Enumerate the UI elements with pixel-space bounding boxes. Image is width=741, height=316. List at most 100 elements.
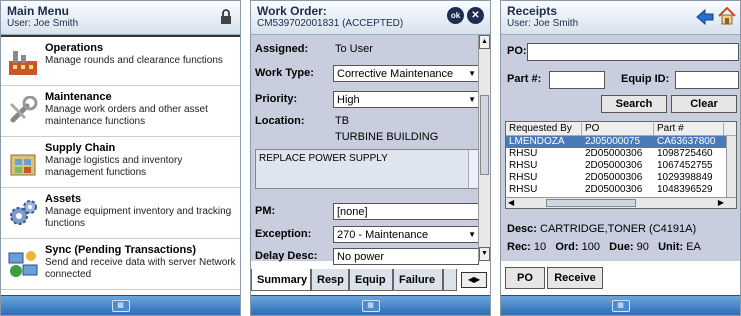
receipts-form: PO: Part #: Equip ID: Search Clear Reque…	[501, 35, 740, 261]
description-line: Desc: CARTRIDGE,TONER (C4191A)	[507, 223, 696, 235]
pm-field[interactable]: [none]	[333, 203, 479, 220]
table-row[interactable]: RHSU 2D05000306 1029398849	[506, 172, 736, 184]
column-part[interactable]: Part #	[654, 123, 724, 136]
column-po[interactable]: PO	[582, 123, 654, 136]
tab-scroll-arrows[interactable]: ◀▶	[461, 272, 487, 288]
scroll-up-icon[interactable]: ▲	[479, 35, 490, 49]
cell-part: 1048396529	[657, 184, 713, 195]
receipts-table[interactable]: Requested By PO Part # LMENDOZA 2J050000…	[505, 121, 737, 209]
scroll-right-icon[interactable]: ▶	[718, 198, 724, 207]
priority-select[interactable]: High ▼	[333, 91, 479, 108]
gears-icon	[7, 198, 39, 228]
chevron-down-icon: ▼	[468, 69, 476, 78]
assigned-value: To User	[335, 43, 373, 55]
action-bar: PO Receive	[501, 261, 740, 297]
menu-item-supply-chain[interactable]: Supply Chain Manage logistics and invent…	[1, 137, 240, 188]
back-arrow-icon[interactable]	[696, 8, 714, 26]
due-value: 90	[636, 241, 649, 253]
work-order-screen: Work Order: CM539702001831 (ACCEPTED) ok…	[250, 0, 491, 316]
scroll-down-icon[interactable]: ▼	[479, 247, 490, 261]
keyboard-icon[interactable]: ▦	[111, 300, 130, 312]
taskbar: ▦	[501, 295, 740, 315]
main-menu-screen: Main Menu User: Joe Smith Operations Man…	[0, 0, 241, 316]
scroll-left-icon[interactable]: ◀	[508, 198, 514, 207]
table-row[interactable]: RHSU 2D05000306 1067452755	[506, 160, 736, 172]
tab-summary[interactable]: Summary	[251, 269, 311, 291]
tab-resp[interactable]: Resp	[311, 269, 349, 291]
cell-part: 1067452755	[657, 160, 713, 171]
menu-item-operations[interactable]: Operations Manage rounds and clearance f…	[1, 35, 240, 86]
menu-item-title: Supply Chain	[45, 142, 116, 154]
description-scrollbar[interactable]	[468, 150, 478, 188]
scroll-thumb[interactable]	[480, 95, 489, 175]
assigned-label: Assigned:	[255, 43, 309, 55]
main-menu-header: Main Menu User: Joe Smith	[1, 1, 240, 35]
form-scrollbar[interactable]: ▲ ▼	[478, 35, 490, 261]
tab-failure[interactable]: Failure	[393, 269, 443, 291]
location-label: Location:	[255, 115, 305, 127]
keyboard-icon[interactable]: ▦	[611, 300, 630, 312]
receipts-header: Receipts User: Joe Smith	[501, 1, 740, 35]
menu-item-maintenance[interactable]: Maintenance Manage work orders and other…	[1, 86, 240, 137]
cell-part: 1029398849	[657, 172, 713, 183]
home-icon[interactable]	[718, 6, 736, 25]
menu-item-desc: Manage work orders and other asset maint…	[45, 104, 208, 127]
po-input[interactable]	[527, 43, 739, 61]
rec-value: 10	[533, 241, 547, 253]
tab-bar: Summary Resp Equip Failure ◀▶	[251, 269, 490, 293]
exception-value: 270 - Maintenance	[337, 229, 429, 241]
cell-requested-by: RHSU	[509, 172, 538, 183]
exception-select[interactable]: 270 - Maintenance ▼	[333, 226, 479, 243]
cell-po: 2J05000075	[585, 136, 641, 147]
menu-item-assets[interactable]: Assets Manage equipment inventory and tr…	[1, 188, 240, 239]
description-text: REPLACE POWER SUPPLY	[259, 153, 388, 164]
exception-label: Exception:	[255, 228, 312, 240]
receive-button[interactable]: Receive	[547, 267, 603, 289]
keyboard-icon[interactable]: ▦	[361, 300, 380, 312]
cell-requested-by: LMENDOZA	[509, 136, 565, 147]
ok-button[interactable]: ok	[447, 7, 464, 24]
table-row[interactable]: RHSU 2D05000306 1098725460	[506, 148, 736, 160]
user-label: User: Joe Smith	[7, 18, 79, 29]
part-input[interactable]	[549, 71, 605, 89]
clear-button[interactable]: Clear	[671, 95, 737, 113]
chevron-down-icon: ▼	[468, 230, 476, 239]
cell-po: 2D05000306	[585, 148, 643, 159]
table-row[interactable]: LMENDOZA 2J05000075 CA63637800	[506, 136, 736, 148]
priority-label: Priority:	[255, 93, 298, 105]
equip-id-label: Equip ID:	[621, 73, 670, 85]
sync-network-icon	[7, 249, 39, 279]
tab-equip[interactable]: Equip	[349, 269, 393, 291]
lock-icon[interactable]	[220, 9, 232, 25]
priority-value: High	[337, 94, 360, 106]
cell-requested-by: RHSU	[509, 160, 538, 171]
menu-item-desc: Send and receive data with server Networ…	[45, 257, 236, 280]
tab-overflow[interactable]	[443, 269, 457, 291]
table-row[interactable]: RHSU 2D05000306 1048396529	[506, 184, 736, 196]
search-button[interactable]: Search	[601, 95, 667, 113]
cell-part: CA63637800	[657, 136, 716, 147]
po-button[interactable]: PO	[505, 267, 545, 289]
po-label: PO:	[507, 45, 527, 57]
description-box[interactable]: REPLACE POWER SUPPLY	[255, 149, 479, 189]
quantities-line: Rec: 10 Ord: 100 Due: 90 Unit: EA	[507, 241, 701, 253]
close-button[interactable]: ✕	[467, 7, 484, 24]
table-vertical-scrollbar[interactable]	[726, 136, 736, 198]
menu-item-title: Operations	[45, 42, 104, 54]
factory-icon	[7, 47, 39, 77]
ord-label: Ord:	[555, 241, 579, 253]
cell-requested-by: RHSU	[509, 148, 538, 159]
due-label: Due:	[609, 241, 634, 253]
wrench-icon	[7, 95, 39, 126]
cell-po: 2D05000306	[585, 160, 643, 171]
scroll-thumb[interactable]	[546, 199, 636, 207]
work-type-select[interactable]: Corrective Maintenance ▼	[333, 65, 479, 82]
part-label: Part #:	[507, 73, 542, 85]
column-requested-by[interactable]: Requested By	[506, 123, 582, 136]
delay-desc-field[interactable]: No power	[333, 248, 479, 265]
table-horizontal-scrollbar[interactable]: ◀ ▶	[506, 197, 736, 208]
work-type-label: Work Type:	[255, 67, 314, 79]
equip-id-input[interactable]	[675, 71, 739, 89]
menu-item-sync[interactable]: Sync (Pending Transactions) Send and rec…	[1, 239, 240, 290]
cell-part: 1098725460	[657, 148, 713, 159]
